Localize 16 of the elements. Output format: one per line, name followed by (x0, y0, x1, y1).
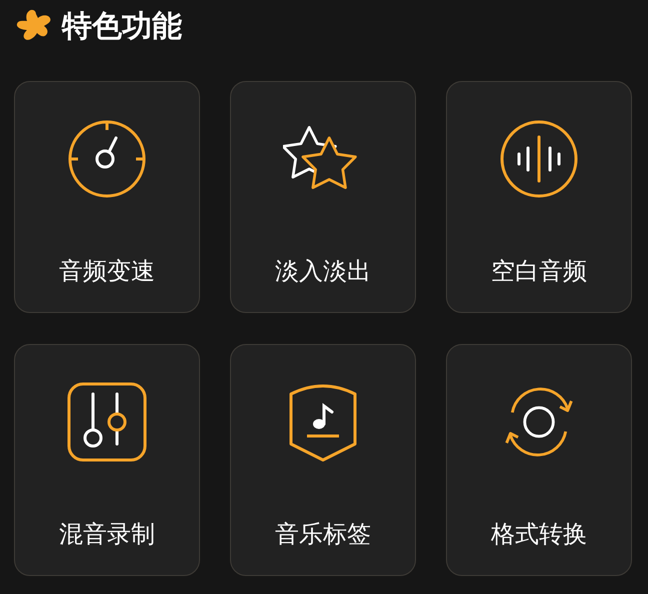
feature-card[interactable]: 音乐标签 (230, 344, 416, 576)
feature-card[interactable]: 音频变速 (14, 81, 200, 313)
feature-label: 音乐标签 (275, 519, 371, 550)
sound-wave-icon (499, 119, 579, 199)
feature-label: 格式转换 (491, 519, 587, 550)
feature-card[interactable]: 空白音频 (446, 81, 632, 313)
speedometer-icon (67, 119, 147, 199)
feature-label: 混音录制 (59, 519, 155, 550)
feature-label: 空白音频 (491, 256, 587, 287)
section-title: 特色功能 (62, 8, 182, 46)
feature-card[interactable]: 混音录制 (14, 344, 200, 576)
feature-label: 淡入淡出 (275, 256, 371, 287)
feature-label: 音频变速 (59, 256, 155, 287)
feature-card[interactable]: 格式转换 (446, 344, 632, 576)
sliders-icon (67, 382, 147, 462)
feature-card[interactable]: 淡入淡出 (230, 81, 416, 313)
